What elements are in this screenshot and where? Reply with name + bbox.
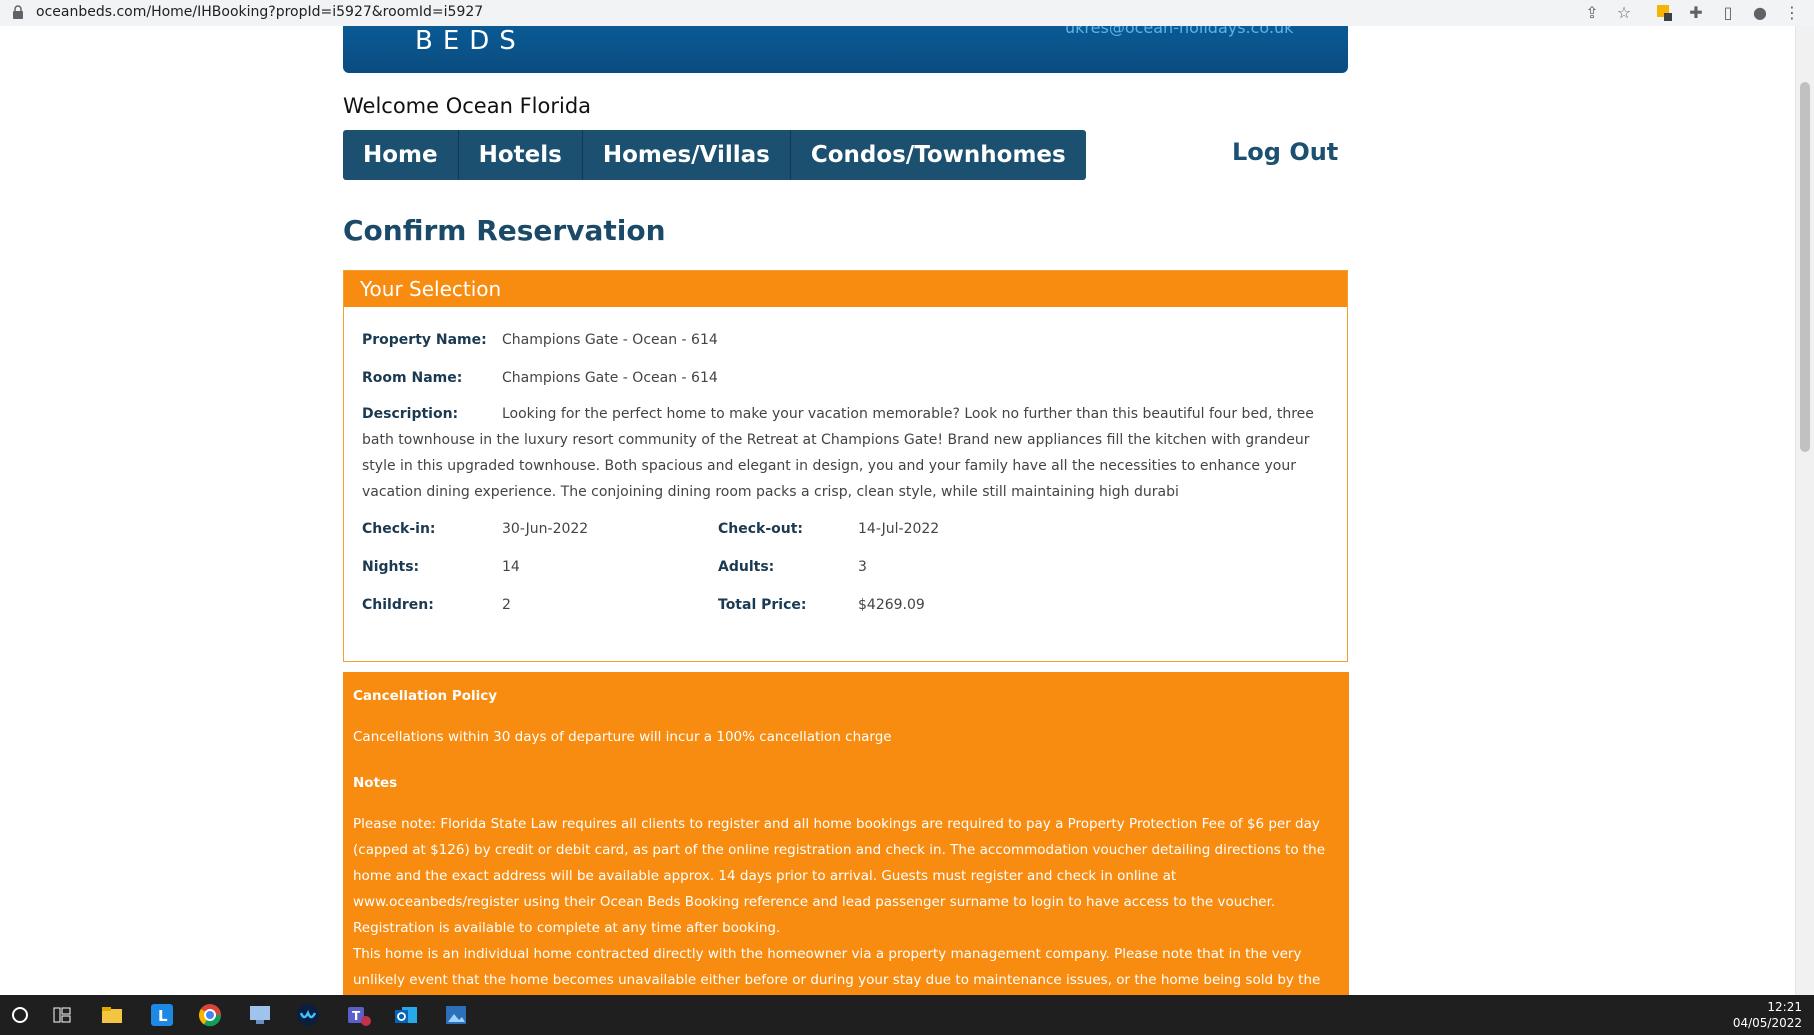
adults-label: Adults: (718, 559, 775, 575)
file-explorer-icon[interactable] (98, 1001, 126, 1029)
logo-text: BEDS (415, 26, 526, 56)
total-price-value: $4269.09 (858, 597, 925, 613)
selection-heading: Your Selection (344, 271, 1347, 307)
notes-text: Please note: Florida State Law requires … (353, 816, 1326, 936)
notes-heading: Notes (353, 775, 398, 791)
svg-text:T: T (352, 1009, 361, 1023)
page-scrollbar[interactable] (1795, 26, 1814, 995)
star-icon[interactable]: ☆ (1614, 3, 1634, 23)
property-name-label: Property Name: (362, 332, 487, 348)
cancellation-heading: Cancellation Policy (353, 688, 498, 704)
url-text[interactable]: oceanbeds.com/Home/IHBooking?propId=i592… (36, 4, 483, 20)
outlook-icon[interactable] (392, 1001, 420, 1029)
nights-label: Nights: (362, 559, 420, 575)
nav-home[interactable]: Home (343, 130, 459, 180)
checkin-value: 30-Jun-2022 (502, 521, 589, 537)
room-name-label: Room Name: (362, 370, 463, 386)
cancellation-text: Cancellations within 30 days of departur… (353, 729, 892, 745)
teams-icon[interactable]: T (344, 1001, 372, 1029)
checkin-label: Check-in: (362, 521, 436, 537)
home-contract-text: This home is an individual home contract… (353, 946, 1321, 988)
webex-icon[interactable] (294, 1001, 322, 1029)
clock-date: 04/05/2022 (1732, 1016, 1802, 1030)
policy-panel: Cancellation Policy Cancellations within… (343, 672, 1349, 995)
site-banner: BEDS ukres@ocean-holidays.co.uk (343, 26, 1348, 73)
logout-link[interactable]: Log Out (1232, 138, 1338, 166)
clock-time: 12:21 (1767, 1000, 1802, 1014)
nav-condos-townhomes[interactable]: Condos/Townhomes (791, 130, 1086, 180)
description-block: Description: Looking for the perfect home… (362, 401, 1337, 505)
task-view-icon[interactable] (48, 1001, 76, 1029)
welcome-message: Welcome Ocean Florida (343, 94, 592, 118)
extension-badge-icon[interactable] (1654, 3, 1674, 23)
system-clock[interactable]: 12:21 04/05/2022 (1733, 999, 1802, 1031)
contact-email-link[interactable]: ukres@ocean-holidays.co.uk (1065, 26, 1293, 37)
puzzle-icon[interactable]: ✚ (1686, 3, 1706, 23)
nav-homes-villas[interactable]: Homes/Villas (583, 130, 791, 180)
nav-hotels[interactable]: Hotels (459, 130, 583, 180)
browser-address-bar[interactable]: oceanbeds.com/Home/IHBooking?propId=i592… (0, 0, 1814, 27)
room-name-value: Champions Gate - Ocean - 614 (502, 370, 718, 386)
menu-kebab-icon[interactable]: ⋮ (1782, 3, 1802, 23)
description-label: Description: (362, 406, 459, 422)
total-price-label: Total Price: (718, 597, 807, 613)
side-panel-icon[interactable]: ▯ (1718, 3, 1738, 23)
lock-icon (13, 5, 23, 19)
remote-desktop-icon[interactable] (246, 1001, 274, 1029)
svg-text:L: L (158, 1007, 168, 1025)
photos-icon[interactable] (442, 1001, 470, 1029)
share-icon[interactable]: ⇪ (1582, 3, 1602, 23)
selection-panel: Your Selection Property Name: Champions … (343, 270, 1348, 662)
page-title: Confirm Reservation (343, 214, 666, 247)
adults-value: 3 (858, 559, 867, 575)
nights-value: 14 (502, 559, 520, 575)
start-search-icon[interactable] (6, 1001, 34, 1029)
os-taskbar: L T 12:21 04/05/2022 (0, 995, 1814, 1035)
main-nav: Home Hotels Homes/Villas Condos/Townhome… (343, 130, 1086, 180)
description-text: Looking for the perfect home to make you… (362, 406, 1314, 500)
children-label: Children: (362, 597, 434, 613)
scrollbar-thumb[interactable] (1800, 82, 1810, 452)
app-l-icon[interactable]: L (148, 1001, 176, 1029)
checkout-value: 14-Jul-2022 (858, 521, 940, 537)
children-value: 2 (502, 597, 511, 613)
property-name-value: Champions Gate - Ocean - 614 (502, 332, 718, 348)
chrome-icon[interactable] (196, 1001, 224, 1029)
profile-icon[interactable]: ● (1750, 3, 1770, 23)
page-viewport: BEDS ukres@ocean-holidays.co.uk Welcome … (0, 26, 1796, 995)
checkout-label: Check-out: (718, 521, 804, 537)
